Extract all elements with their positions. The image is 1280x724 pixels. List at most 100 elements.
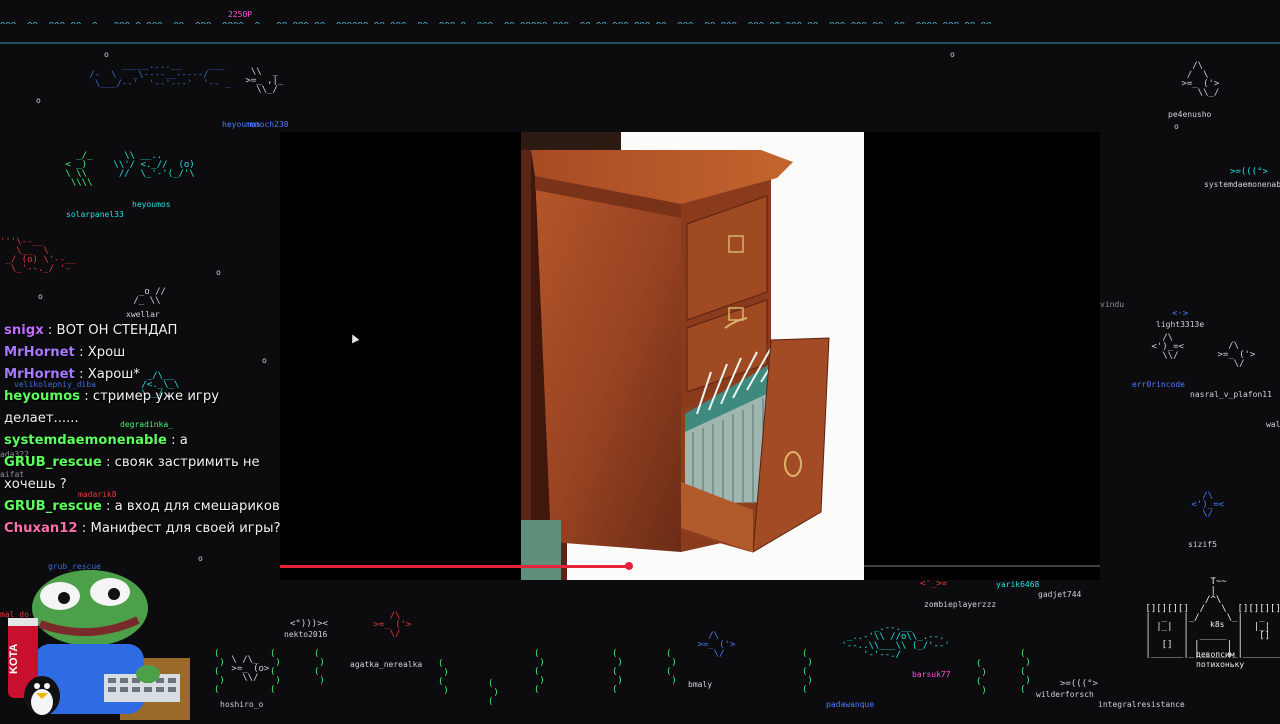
nick-label: hoshiro_o: [220, 700, 264, 709]
ascii-seaweed: ( ) ( ): [314, 649, 325, 686]
chat-username[interactable]: heyoumos: [4, 389, 80, 404]
ascii-fish: /\ <')_=< \/: [1191, 491, 1224, 519]
chat-username[interactable]: GRUB_rescue: [4, 499, 102, 514]
chat-text: Хрош: [87, 345, 126, 360]
nick-label: solarpanel33: [66, 210, 124, 219]
nick-label: systemdaemonenable: [1204, 180, 1280, 189]
progress-scrubber-handle[interactable]: [624, 562, 633, 570]
nick-label: nekto2016: [284, 630, 328, 639]
ascii-fish: <·>: [1172, 309, 1189, 319]
ascii-seaweed: ( ) ( ) (: [802, 649, 813, 695]
nick-label: xwellar: [126, 310, 160, 319]
stream-overlay: { "top_strip": { "text": "^^^ ^^ ^^^ ^^ …: [0, 0, 1280, 720]
chat-separator: :: [74, 345, 88, 360]
bubble: o: [1174, 122, 1179, 131]
nick-label: gadjet744: [1038, 590, 1082, 599]
chat-username[interactable]: MrHornet: [4, 367, 75, 382]
chat-username[interactable]: systemdaemonenable: [4, 433, 167, 448]
castle-label: потихоньку: [1196, 660, 1245, 669]
nick-label: nasral_v_plafon11: [1190, 390, 1272, 399]
water-line: [0, 42, 1280, 44]
ascii-fish: \\ __.. \\'/ <._// (o) // \_'-'(_/'\: [113, 151, 195, 179]
ascii-seaweed: ( ) ( ): [666, 649, 677, 686]
nick-label: wilderforsch: [1036, 690, 1094, 699]
chat-panel: snigx : ВОТ ОН СТЕНДАП MrHornet : Хрош MrH…: [4, 320, 284, 540]
progress-bar-fill: [280, 565, 629, 568]
ascii-fish: <°)))><: [290, 619, 328, 629]
castle-flag-label: k8s: [1210, 620, 1225, 629]
chat-separator: :: [101, 499, 115, 514]
ascii-fish: >=(((°>: [1230, 167, 1268, 177]
nick-label: mmoch238: [250, 120, 289, 129]
ascii-seaweed: ( ) ( ): [438, 659, 449, 696]
ascii-seaweed: ( ) ( ) (: [1020, 649, 1031, 695]
ascii-seaweed: ( ) ( ) (: [612, 649, 623, 695]
chat-message: Chuxan12 : Манифест для своей игры?: [4, 518, 284, 540]
bubble: o: [950, 50, 955, 59]
ascii-seaweed: ( ) ( ) (: [270, 649, 281, 695]
bubble: o: [38, 292, 43, 301]
nick-label: agatka_nerealka: [350, 660, 423, 669]
nick-label: yarik6468: [996, 580, 1040, 589]
ascii-fish: _/_ < _) \ \\ \\\\: [65, 151, 93, 188]
chat-username[interactable]: MrHornet: [4, 345, 75, 360]
ascii-fish: '''\--__ \__ \ _/ (o) \'--__ \_'--._/ '-: [0, 237, 76, 274]
ascii-fish: /\ >=_ ('> \/: [697, 631, 736, 659]
bubble: o: [104, 50, 109, 59]
points-counter: 2250P: [228, 10, 253, 19]
chat-separator: :: [74, 367, 88, 382]
nick-label: padawanque: [826, 700, 875, 709]
chat-separator: :: [43, 323, 57, 338]
bubble: o: [36, 96, 41, 105]
ascii-fish: >=(((°>: [1060, 679, 1098, 689]
nick-label: light3313e: [1156, 320, 1205, 329]
filing-cabinet-image: [521, 132, 864, 580]
nick-label: barsuk77: [912, 670, 951, 679]
nick-label: pe4enusho: [1168, 110, 1212, 119]
chat-text: Харош*: [87, 367, 140, 382]
chat-separator: :: [80, 389, 93, 404]
castle-label: девопсим: [1196, 650, 1235, 659]
ascii-fish: /\ <')_=< \\/: [1151, 333, 1184, 361]
ascii-fish: \ /\_ >=_ (o> \\/: [231, 655, 270, 683]
ascii-fish: /\ >=_ ('> \/: [373, 611, 412, 639]
ascii-seaweed: ( ) (: [488, 679, 499, 707]
ascii-fish: /\ >=_ ('> \/: [1217, 341, 1256, 369]
ascii-fish: /\ / \ >=_ ('> \\_/: [1181, 61, 1220, 98]
bubble: o: [216, 268, 221, 277]
nick-label: bmaly: [688, 680, 713, 689]
chat-message: systemdaemonenable : а: [4, 430, 284, 452]
ascii-fish: _____....__ ___ /- \ _\----__-----/ \___…: [89, 61, 231, 89]
ascii-fish: _.--.__ _..-'\\ //o\\_.--. '--..\\___\\ …: [841, 623, 950, 660]
chat-username[interactable]: Chuxan12: [4, 521, 78, 536]
chat-username[interactable]: snigx: [4, 323, 44, 338]
ascii-seaweed: ( ) ( ): [976, 659, 987, 696]
chat-username[interactable]: GRUB_rescue: [4, 455, 102, 470]
chat-message: snigx : ВОТ ОН СТЕНДАП: [4, 320, 284, 342]
video-frame: [521, 132, 864, 580]
ascii-castle: T~~ | /^\ [][][][] / \ [][][][][] | _ |_…: [1145, 577, 1280, 659]
chat-text: а: [179, 433, 188, 448]
nick-label: wal: [1266, 420, 1280, 429]
chat-separator: :: [101, 455, 115, 470]
chat-text: а вход для смешариков: [114, 499, 280, 514]
chat-text: ВОТ ОН СТЕНДАП: [56, 323, 178, 338]
ascii-seaweed: ( ) ( ) (: [534, 649, 545, 695]
ascii-seaweed: ( ) ( ) (: [214, 649, 225, 695]
nick-label: zombieplayerzzz: [924, 600, 997, 609]
video-player[interactable]: [280, 132, 1100, 580]
nick-label: vindu: [1100, 300, 1125, 309]
chat-text: Манифест для своей игры?: [90, 521, 281, 536]
nick-label: sizif5: [1188, 540, 1217, 549]
can-label: KOTA: [8, 643, 20, 674]
chat-message: heyoumos : стример уже игру делает......: [4, 386, 284, 430]
ascii-fish: \\ _ >=_ ,|_ \\_/: [245, 67, 284, 95]
chat-message: GRUB_rescue : а вход для смешариков: [4, 496, 284, 518]
chat-separator: :: [77, 521, 91, 536]
ascii-fish: _o // /_ \\: [133, 287, 166, 306]
ascii-fish: <'_>=: [920, 579, 948, 589]
nick-label: err0rincode: [1132, 380, 1185, 389]
nick-label: heyoumos: [132, 200, 171, 209]
chat-message: MrHornet : Хрош: [4, 342, 284, 364]
chat-message: MrHornet : Харош*: [4, 364, 284, 386]
